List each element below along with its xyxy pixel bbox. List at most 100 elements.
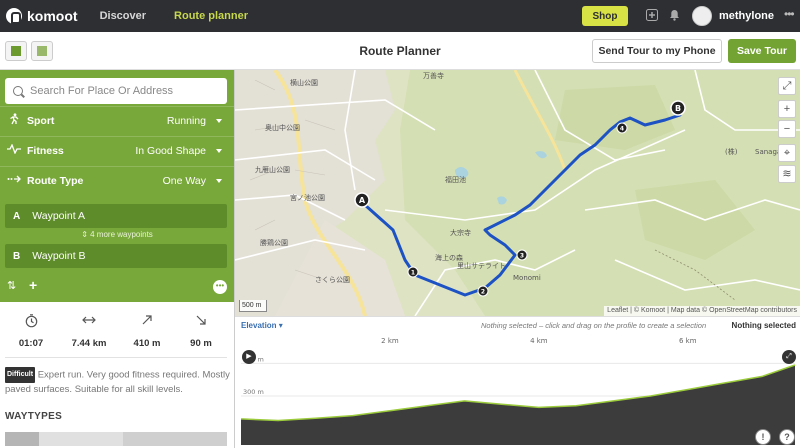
waypoint-actions: ⇅ + ••• — [0, 277, 234, 297]
waypoint-4-marker[interactable]: 4 — [616, 122, 628, 134]
search-icon — [13, 86, 23, 96]
waypoint-4-marker-label: 4 — [620, 126, 624, 133]
map-canvas: 万善寺 横山公園 奥山中公園 九雁山公園 大宗寺 福田池 海上の森 里山サテライ… — [235, 70, 800, 316]
zoom-in-button[interactable]: + — [778, 100, 796, 118]
split-view-button[interactable] — [5, 41, 27, 61]
distance-icon — [64, 314, 114, 332]
one-way-icon — [5, 174, 23, 187]
waytype-segment — [5, 432, 39, 446]
sidebar: Search For Place Or Address Sport Runnin… — [0, 70, 235, 448]
zoom-out-button[interactable]: − — [778, 120, 796, 138]
waypoint-2-marker[interactable]: 2 — [477, 285, 489, 297]
x-tick-label: 4 km — [530, 337, 548, 345]
downhill-icon — [176, 314, 226, 332]
sport-selector[interactable]: Sport Running — [0, 106, 234, 134]
waypoint-b-marker[interactable]: B — [670, 100, 686, 116]
pulse-icon — [5, 143, 23, 157]
search-input[interactable]: Search For Place Or Address — [5, 78, 227, 104]
waypoint-1-marker-label: 1 — [411, 270, 415, 277]
distance-value: 7.44 km — [71, 338, 107, 349]
waytype-segment — [39, 432, 123, 446]
place-label: 奥山中公園 — [265, 123, 300, 132]
place-label: 宮ノ池公園 — [290, 193, 325, 202]
difficulty-badge: Difficult — [5, 367, 36, 383]
planner-toolbar: Route Planner Send Tour to my Phone Save… — [0, 32, 800, 70]
place-label: 海上の森 — [435, 253, 463, 262]
play-icon[interactable]: ▶ — [242, 350, 256, 364]
search-placeholder: Search For Place Or Address — [30, 85, 174, 97]
info-icon[interactable]: ! — [755, 429, 771, 445]
waytype-bar[interactable] — [5, 432, 227, 446]
locate-button[interactable]: ⌖ — [778, 144, 796, 162]
tour-stats: 01:07 7.44 km 410 m 90 m — [0, 314, 234, 358]
place-label: 里山サテライト — [457, 261, 506, 270]
waypoint-a-label: Waypoint A — [32, 210, 85, 222]
send-tour-button[interactable]: Send Tour to my Phone — [592, 39, 722, 63]
map-view[interactable]: 万善寺 横山公園 奥山中公園 九雁山公園 大宗寺 福田池 海上の森 里山サテライ… — [235, 70, 800, 316]
place-label: Monomi — [513, 274, 541, 282]
notification-bell-icon[interactable] — [669, 9, 680, 24]
waypoint-a-row[interactable]: A Waypoint A — [5, 204, 227, 228]
fullscreen-button[interactable]: ⤢ — [778, 77, 796, 95]
route-type-label: Route Type — [27, 174, 84, 187]
map-scale: 500 m — [239, 300, 267, 312]
waytype-segment — [123, 432, 227, 446]
nav-route-planner[interactable]: Route planner — [174, 10, 248, 22]
waypoint-b-marker-label: B — [675, 104, 681, 113]
waypoint-b-row[interactable]: B Waypoint B — [5, 244, 227, 268]
running-icon — [5, 113, 23, 128]
map-attribution: Leaflet | © Komoot | Map data © OpenStre… — [604, 306, 800, 316]
user-avatar[interactable] — [692, 6, 712, 26]
chevron-down-icon — [216, 149, 222, 153]
map-layers-button[interactable]: ≋ — [778, 165, 796, 183]
elevation-panel: Elevation ▾ Nothing selected – click and… — [235, 316, 800, 448]
waypoint-a-marker[interactable]: A — [354, 192, 370, 208]
waypoint-3-marker-label: 3 — [520, 253, 524, 260]
expand-icon[interactable]: ⤢ — [782, 350, 796, 364]
uphill-value: 410 m — [133, 338, 161, 349]
uphill-icon — [122, 314, 172, 332]
sport-label: Sport — [27, 114, 55, 127]
shop-button[interactable]: Shop — [582, 6, 628, 26]
place-label: 横山公園 — [290, 78, 318, 87]
more-options-icon[interactable]: ••• — [213, 280, 227, 294]
downhill-value: 90 m — [190, 338, 212, 349]
fitness-selector[interactable]: Fitness In Good Shape — [0, 136, 234, 164]
chevron-down-icon — [216, 119, 222, 123]
map-view-button[interactable] — [31, 41, 53, 61]
nav-discover[interactable]: Discover — [100, 10, 146, 22]
place-label: 大宗寺 — [450, 228, 471, 237]
route-type-selector[interactable]: Route Type One Way — [0, 166, 234, 194]
planner-panel: Search For Place Or Address Sport Runnin… — [0, 70, 234, 302]
username[interactable]: methylone — [719, 10, 774, 22]
page-title: Route Planner — [359, 44, 441, 58]
more-waypoints-toggle[interactable]: ⇕ 4 more waypoints — [0, 230, 234, 239]
komoot-logo-icon — [6, 8, 22, 24]
add-icon[interactable] — [646, 9, 658, 24]
x-tick-label: 2 km — [381, 337, 399, 345]
uphill-stat: 410 m — [122, 314, 172, 349]
chevron-down-icon — [216, 179, 222, 183]
x-tick-label: 6 km — [679, 337, 697, 345]
waypoint-b-letter: B — [13, 250, 21, 262]
elevation-profile[interactable]: 2 km4 km6 km400 m300 m200 m — [235, 317, 800, 448]
brand-name: komoot — [27, 8, 78, 24]
waytypes-heading: WAYTYPES — [5, 411, 63, 422]
waypoint-1-marker[interactable]: 1 — [407, 266, 419, 278]
add-waypoint-icon[interactable]: + — [29, 277, 37, 293]
clock-icon — [6, 314, 56, 332]
difficulty-description: Difficult Expert run. Very good fitness … — [5, 367, 230, 397]
map-view-icon — [37, 46, 47, 56]
waypoint-3-marker[interactable]: 3 — [516, 249, 528, 261]
reverse-route-icon[interactable]: ⇅ — [7, 279, 16, 292]
place-label: さくら公園 — [315, 276, 350, 284]
help-icon[interactable]: ? — [779, 429, 795, 445]
fitness-label: Fitness — [27, 144, 64, 157]
place-label: 福田池 — [445, 175, 466, 184]
place-label: (株) — [725, 147, 738, 156]
split-view-icon — [11, 46, 21, 56]
save-tour-button[interactable]: Save Tour — [728, 39, 796, 63]
place-label: 九雁山公園 — [255, 165, 290, 174]
more-menu-icon[interactable]: ••• — [784, 7, 795, 21]
komoot-logo[interactable]: komoot — [6, 8, 78, 24]
